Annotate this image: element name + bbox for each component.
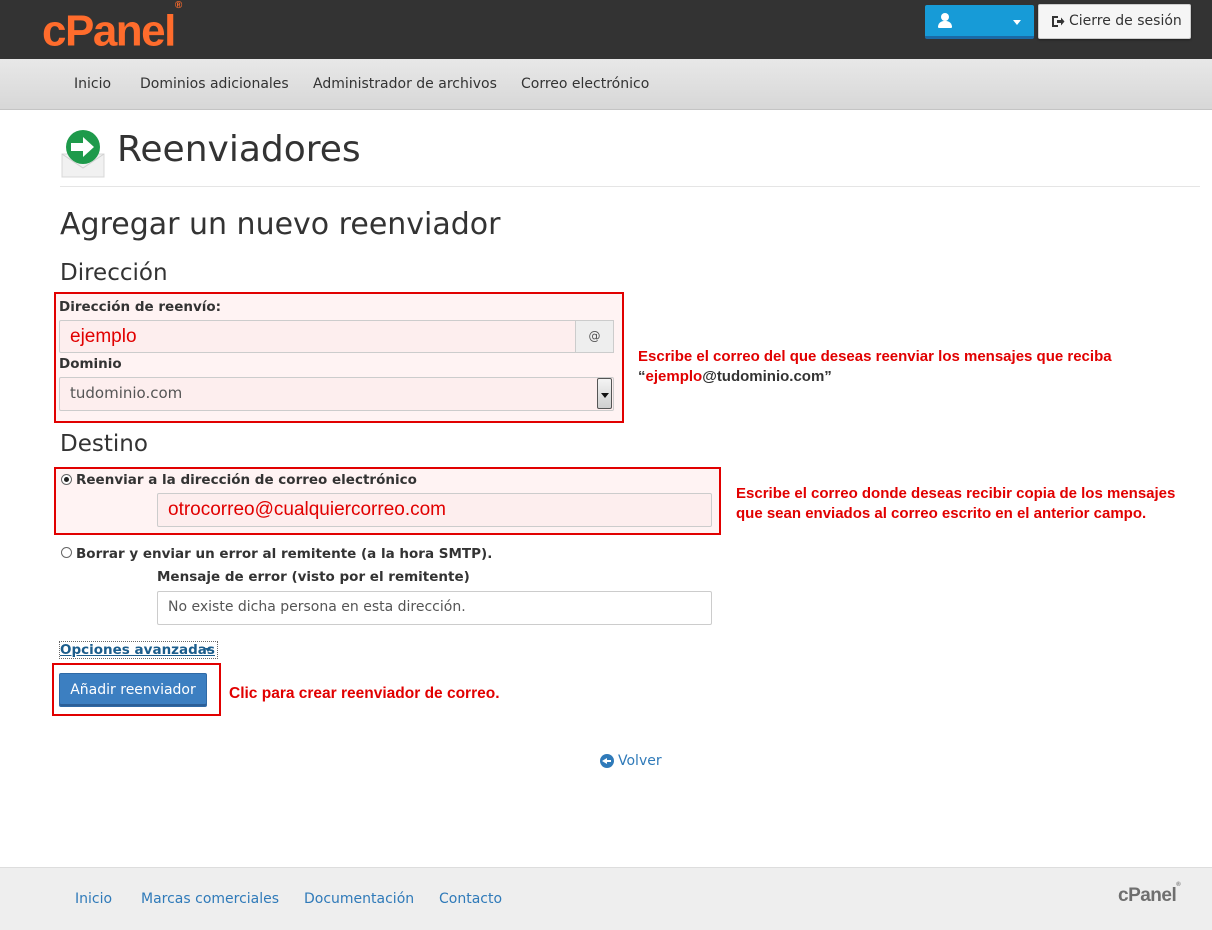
footer-logo-text: cPanel [1118,885,1177,906]
discard-option-label: Borrar y enviar un error al remitente (a… [76,546,493,562]
logout-label: Cierre de sesión [1069,13,1182,29]
footer-link-inicio[interactable]: Inicio [75,891,112,907]
user-icon [938,13,952,29]
forward-email-option-label: Reenviar a la dirección de correo electr… [76,472,417,488]
annotation-address-line2: “ejemplo@tudominio.com” [638,367,1112,387]
annotation-destination: Escribe el correo donde deseas recibir c… [736,484,1175,524]
annotation-address: Escribe el correo del que deseas reenvia… [638,347,1112,387]
annotation-submit: Clic para crear reenviador de correo. [229,685,500,702]
radio-discard-error[interactable] [61,547,72,558]
domain-select[interactable]: tudominio.com [59,377,614,411]
nav-item-dominios-adicionales[interactable]: Dominios adicionales [140,76,289,92]
user-menu-button[interactable] [925,5,1034,39]
footer-link-marcas[interactable]: Marcas comerciales [141,891,279,907]
error-message-label: Mensaje de error (visto por el remitente… [157,569,470,585]
chevron-down-icon [1013,20,1021,25]
annotation-destination-line1: Escribe el correo donde deseas recibir c… [736,485,1176,502]
logo-text: cPanel [42,6,176,56]
footer: Inicio Marcas comerciales Documentación … [0,867,1212,930]
chevron-down-icon[interactable] [597,378,612,409]
domain-label: Dominio [59,356,122,372]
caret-down-icon [205,648,211,652]
section-subtitle: Agregar un nuevo reenviador [60,207,501,242]
nav-item-inicio[interactable]: Inicio [74,76,111,92]
nav-item-administrador-archivos[interactable]: Administrador de archivos [313,76,497,92]
destination-heading: Destino [60,431,148,457]
advanced-options-link[interactable]: Opciones avanzadas [59,641,218,659]
nav-item-correo-electronico[interactable]: Correo electrónico [521,76,649,92]
annotation-destination-line2: que sean enviados al correo escrito en e… [736,505,1147,522]
cpanel-logo[interactable]: cPanel® [42,0,183,58]
logout-icon [1052,16,1065,27]
logo-registered-mark: ® [174,0,183,11]
annotation-example-user: ejemplo [645,368,703,385]
page-title: Reenviadores [117,129,361,170]
top-bar: cPanel® Cierre de sesión [0,0,1212,59]
footer-logo-mark: ® [1176,881,1181,888]
title-divider [60,186,1200,187]
footer-cpanel-logo: cPanel® [1118,881,1181,907]
at-sign-addon: @ [575,320,614,353]
logout-button[interactable]: Cierre de sesión [1038,4,1191,39]
address-heading: Dirección [60,260,168,286]
error-message-input[interactable]: No existe dicha persona en esta direcció… [157,591,712,625]
annotation-example-domain: @tudominio.com” [702,368,832,385]
back-link[interactable]: Volver [618,753,662,769]
forward-address-label: Dirección de reenvío: [59,299,222,315]
footer-link-contacto[interactable]: Contacto [439,891,502,907]
radio-forward-email[interactable] [61,474,72,485]
destination-email-input[interactable]: otrocorreo@cualquiercorreo.com [157,493,712,527]
add-forwarder-button[interactable]: Añadir reenviador [59,673,207,707]
envelope-forward-icon [61,130,105,178]
annotation-address-line1: Escribe el correo del que deseas reenvia… [638,348,1112,365]
main-nav: Inicio Dominios adicionales Administrado… [0,59,1212,110]
footer-link-documentacion[interactable]: Documentación [304,891,414,907]
annotation-open-quote: “ [638,368,646,385]
back-arrow-icon[interactable] [600,754,614,768]
forward-address-input[interactable]: ejemplo [59,320,577,353]
